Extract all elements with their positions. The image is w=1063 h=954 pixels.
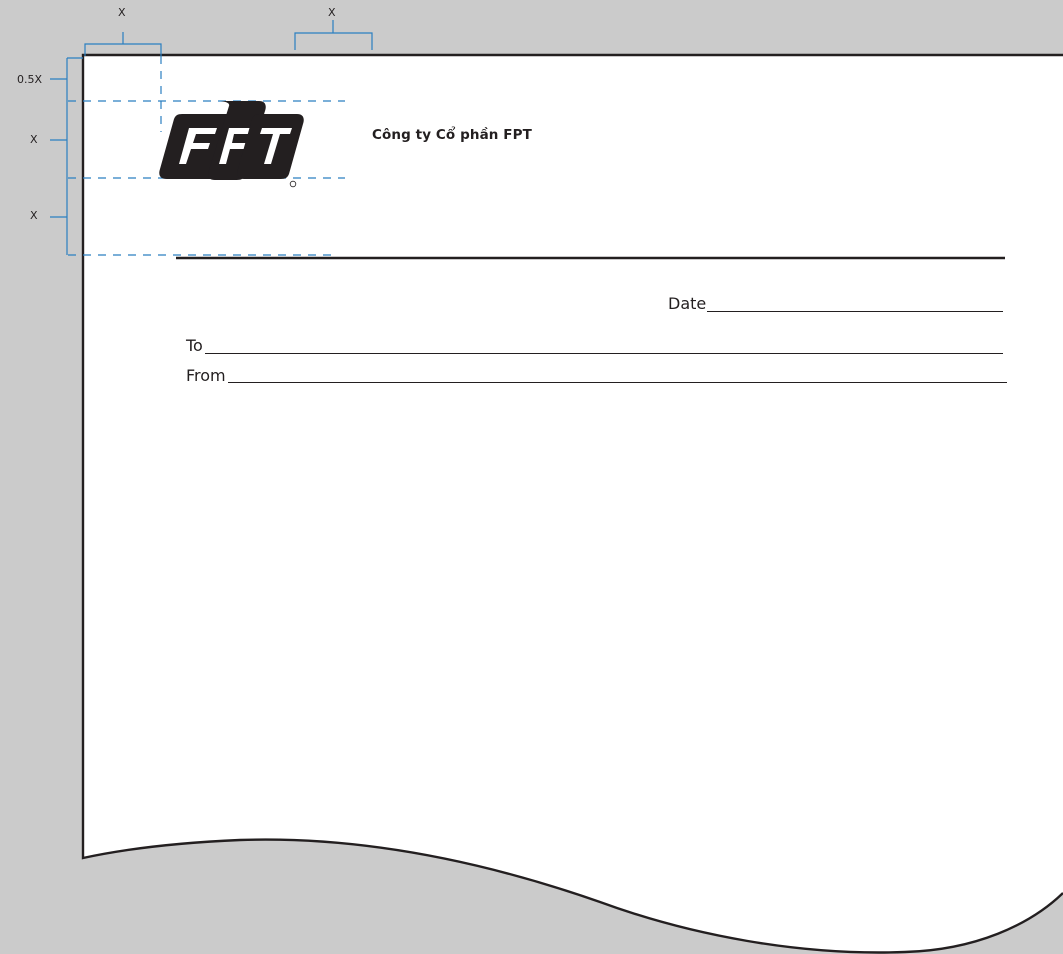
dimension-label-x-2: X	[30, 209, 38, 222]
dimension-label-half-x: 0.5X	[17, 73, 43, 86]
side-bracket-x-2	[50, 178, 68, 255]
dimension-label-top-left: X	[118, 6, 126, 19]
from-label: From	[186, 366, 226, 385]
side-bracket-half-x	[50, 57, 83, 101]
to-label: To	[186, 336, 203, 355]
letterhead-graphic	[50, 20, 1063, 954]
dimension-label-top-right: X	[328, 6, 336, 19]
top-left-x-bracket	[84, 32, 162, 56]
side-bracket-x-1	[50, 101, 68, 178]
dimension-label-x-1: X	[30, 133, 38, 146]
paper-sheet	[83, 55, 1063, 953]
top-right-x-bracket	[294, 20, 373, 50]
letterhead-guide: X X 0.5X X X Công ty Cổ phần FPT Date To…	[0, 0, 1063, 954]
from-line[interactable]	[228, 382, 1007, 383]
to-line[interactable]	[205, 353, 1003, 354]
date-label: Date	[668, 294, 707, 313]
company-name: Công ty Cổ phần FPT	[372, 127, 532, 143]
date-line[interactable]	[707, 311, 1003, 312]
